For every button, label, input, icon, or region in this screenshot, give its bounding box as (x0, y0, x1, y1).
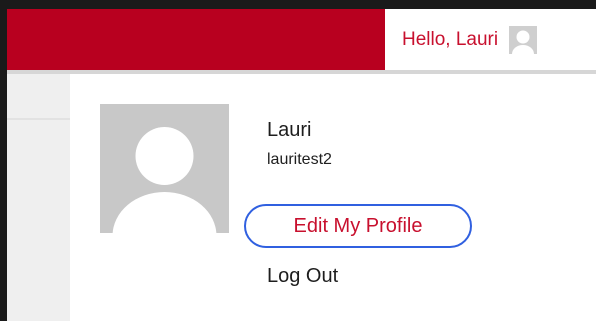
profile-display-name[interactable]: Lauri (267, 119, 311, 142)
user-avatar-icon[interactable] (509, 25, 538, 54)
avatar-silhouette-icon (509, 25, 538, 54)
window-frame-left (0, 0, 7, 321)
sidebar-divider (7, 118, 70, 120)
window-frame-top (0, 0, 596, 9)
profile-avatar-icon[interactable] (100, 104, 229, 233)
avatar-silhouette-large-icon (100, 104, 229, 233)
greeting-text[interactable]: Hello, Lauri (402, 29, 498, 51)
edit-profile-link[interactable]: Edit My Profile (244, 204, 472, 248)
profile-username[interactable]: lauritest2 (267, 151, 332, 169)
my-account-menu[interactable]: Hello, Lauri (385, 9, 596, 70)
logout-link[interactable]: Log Out (267, 265, 338, 288)
admin-sidebar (7, 74, 70, 321)
